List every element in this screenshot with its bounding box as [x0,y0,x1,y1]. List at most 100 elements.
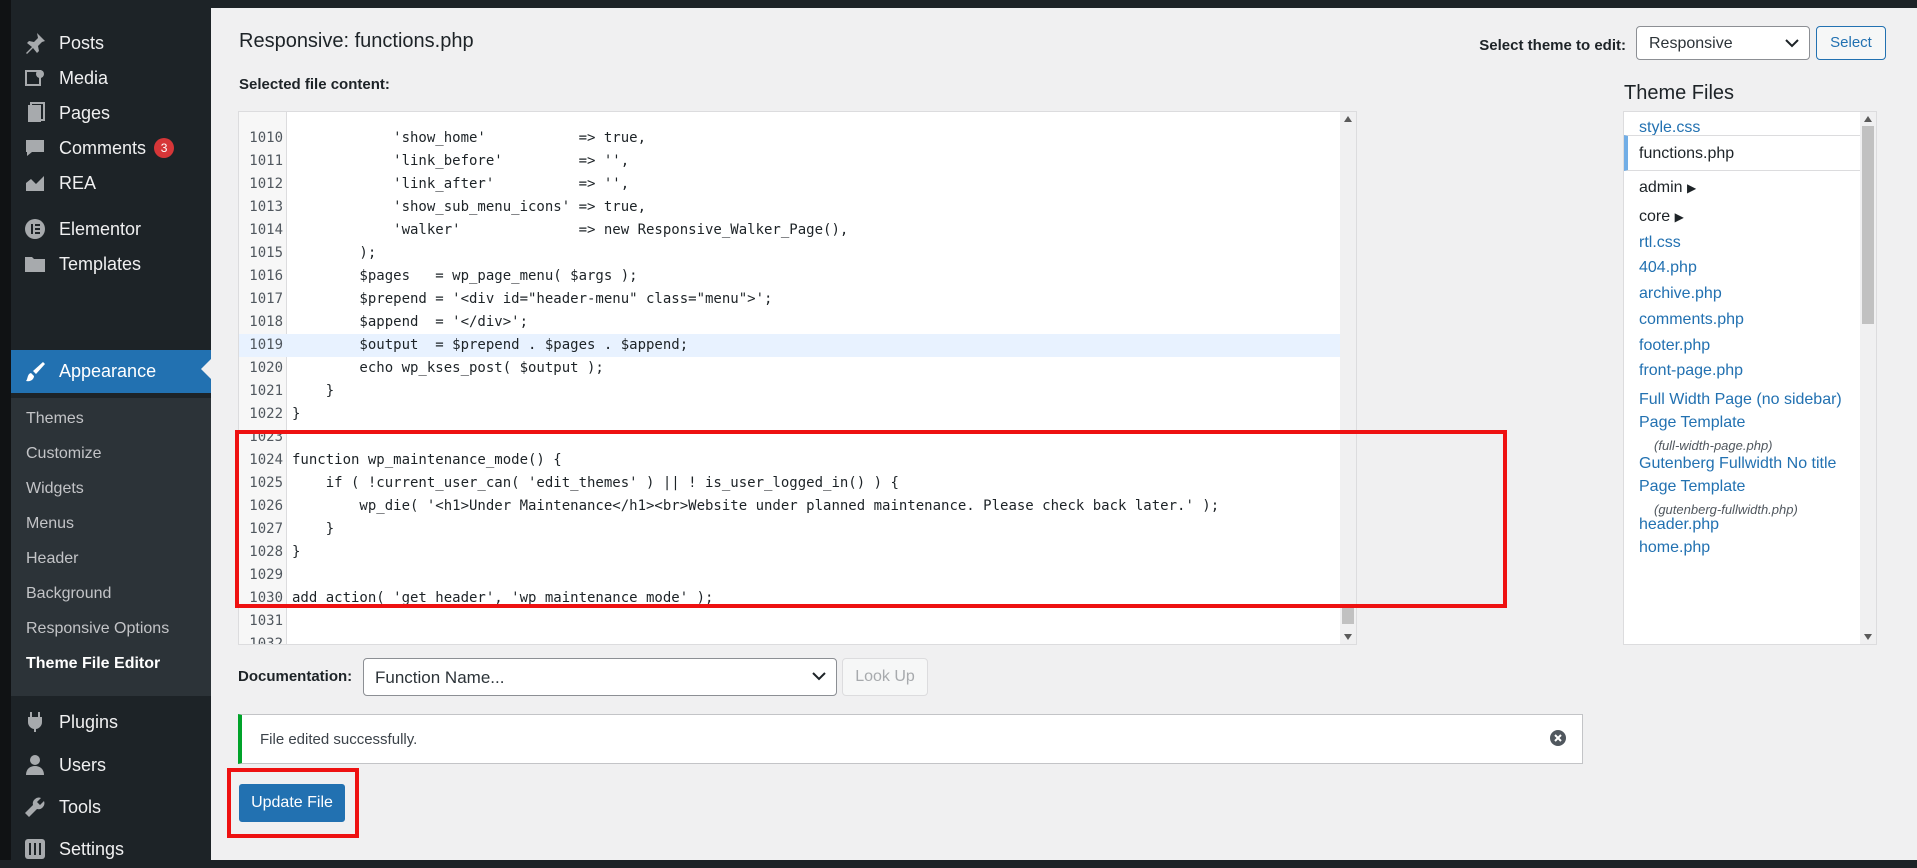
line-number: 1022 [249,406,283,422]
sidebar-item-users[interactable]: Users [11,746,211,784]
file-link-full-width-page[interactable]: Full Width Page (no sidebar) Page Templa… [1639,388,1849,457]
line-number: 1010 [249,130,283,146]
code-line[interactable]: 1018 $append = '</div>'; [239,311,1342,334]
code-line[interactable]: 1010 'show_home' => true, [239,127,1342,150]
sidebar-item-templates[interactable]: Templates [11,245,211,283]
close-icon[interactable] [1550,730,1566,746]
page-title: Responsive: functions.php [239,30,474,52]
scroll-up-arrow-icon[interactable] [1864,116,1872,122]
lookup-button[interactable]: Look Up [842,658,928,696]
files-scroll-thumb[interactable] [1862,126,1874,324]
file-link-archive-php[interactable]: archive.php [1639,285,1722,303]
code-line[interactable]: 1020 echo wp_kses_post( $output ); [239,357,1342,380]
code-line[interactable]: 1024 function wp_maintenance_mode() { [239,449,1342,472]
select-theme-button[interactable]: Select [1816,26,1886,60]
line-number: 1024 [249,452,283,468]
success-notice: File edited successfully. [238,714,1583,764]
scroll-down-arrow-icon[interactable] [1344,634,1352,640]
selected-file-label: Selected file content: [239,76,390,93]
files-scrollbar[interactable] [1860,112,1876,644]
code-line[interactable]: 1026 wp_die( '<h1>Under Maintenance</h1>… [239,495,1342,518]
code-line[interactable]: 1014 'walker' => new Responsive_Walker_P… [239,219,1342,242]
code-line-active[interactable]: 1019 $output = $prepend . $pages . $appe… [239,334,1342,357]
comments-icon [22,135,48,161]
file-link-comments-php[interactable]: comments.php [1639,311,1744,329]
code-line[interactable]: 1023 [239,426,1342,449]
folder-core[interactable]: core ▶ [1639,208,1684,226]
window-top-bar [0,0,1917,8]
file-link-home-php[interactable]: home.php [1639,539,1710,557]
code-line[interactable]: 1015 ); [239,242,1342,265]
folder-admin[interactable]: admin ▶ [1639,179,1696,197]
line-number: 1017 [249,291,283,307]
line-text: $append = '</div>'; [292,314,529,330]
code-line[interactable]: 1031 [239,610,1342,633]
sidebar-item-rea[interactable]: REA [11,164,211,202]
code-line[interactable]: 1028} [239,541,1342,564]
sidebar-item-elementor[interactable]: Elementor [11,210,211,248]
file-link-front-page-php[interactable]: front-page.php [1639,362,1743,380]
code-line[interactable]: 1016 $pages = wp_page_menu( $args ); [239,265,1342,288]
editor-scroll-thumb[interactable] [1342,604,1354,624]
file-link-gutenberg-fullwidth[interactable]: Gutenberg Fullwidth No title Page Templa… [1639,452,1849,521]
code-line[interactable]: 1021 } [239,380,1342,403]
line-number: 1014 [249,222,283,238]
code-line[interactable]: 1029 [239,564,1342,587]
file-link-rtl-css[interactable]: rtl.css [1639,234,1681,252]
caret-right-icon: ▶ [1674,210,1684,224]
sidebar-item-settings[interactable]: Settings [11,830,211,868]
submenu-item-responsive-options[interactable]: Responsive Options [26,620,169,638]
code-line[interactable]: 1012 'link_after' => '', [239,173,1342,196]
sidebar-item-plugins[interactable]: Plugins [11,703,211,741]
line-number: 1025 [249,475,283,491]
code-editor[interactable]: 1010 'show_home' => true, 1011 'link_bef… [238,111,1357,645]
scroll-down-arrow-icon[interactable] [1864,634,1872,640]
documentation-select-value: Function Name... [375,668,505,687]
submenu-item-widgets[interactable]: Widgets [26,480,84,498]
code-line[interactable]: 1032 [239,633,1342,644]
line-number: 1027 [249,521,283,537]
code-line[interactable]: 1022} [239,403,1342,426]
submenu-item-header[interactable]: Header [26,550,78,568]
submenu-item-background[interactable]: Background [26,585,111,603]
file-link-footer-php[interactable]: footer.php [1639,337,1710,355]
code-line[interactable]: 1025 if ( !current_user_can( 'edit_theme… [239,472,1342,495]
code-line[interactable]: 1011 'link_before' => '', [239,150,1342,173]
sidebar-item-label: REA [59,172,97,193]
notice-message: File edited successfully. [260,731,418,748]
submenu-item-themes[interactable]: Themes [26,410,84,428]
line-text: 'show_home' => true, [292,130,647,146]
sidebar-item-label: Settings [59,838,125,859]
sidebar-item-posts[interactable]: Posts [11,24,211,62]
code-line[interactable]: 1013 'show_sub_menu_icons' => true, [239,196,1342,219]
file-link-functions-php-current[interactable]: functions.php [1624,135,1861,171]
line-text: echo wp_kses_post( $output ); [292,360,604,376]
media-icon [22,65,48,91]
file-link-404-php[interactable]: 404.php [1639,259,1697,277]
theme-select[interactable]: Responsive [1636,26,1810,60]
update-file-button[interactable]: Update File [239,784,345,822]
line-text: 'link_after' => '', [292,176,630,192]
documentation-function-select[interactable]: Function Name... [363,658,837,696]
sidebar-item-pages[interactable]: Pages [11,94,211,132]
sidebar-item-media[interactable]: Media [11,59,211,97]
scroll-up-arrow-icon[interactable] [1344,116,1352,122]
code-line[interactable]: 1017 $prepend = '<div id="header-menu" c… [239,288,1342,311]
file-link-header-php[interactable]: header.php [1639,516,1719,534]
chevron-down-icon [812,672,826,681]
editor-scrollbar[interactable] [1340,112,1356,644]
sidebar-item-label: Templates [59,253,142,274]
submenu-item-theme-file-editor[interactable]: Theme File Editor [26,655,160,673]
submenu-item-menus[interactable]: Menus [26,515,74,533]
code-line[interactable]: 1030 add_action( 'get_header', 'wp_mainte… [239,587,1342,610]
folder-name: core [1639,208,1671,225]
code-line[interactable]: 1027 } [239,518,1342,541]
sidebar-item-appearance[interactable]: Appearance [11,350,211,393]
line-text: $prepend = '<div id="header-menu" class=… [292,291,773,307]
line-number: 1013 [249,199,283,215]
sidebar-item-tools[interactable]: Tools [11,788,211,826]
submenu-item-customize[interactable]: Customize [26,445,102,463]
sidebar-item-comments[interactable]: Comments 3 [11,129,211,167]
line-number: 1028 [249,544,283,560]
line-number: 1018 [249,314,283,330]
